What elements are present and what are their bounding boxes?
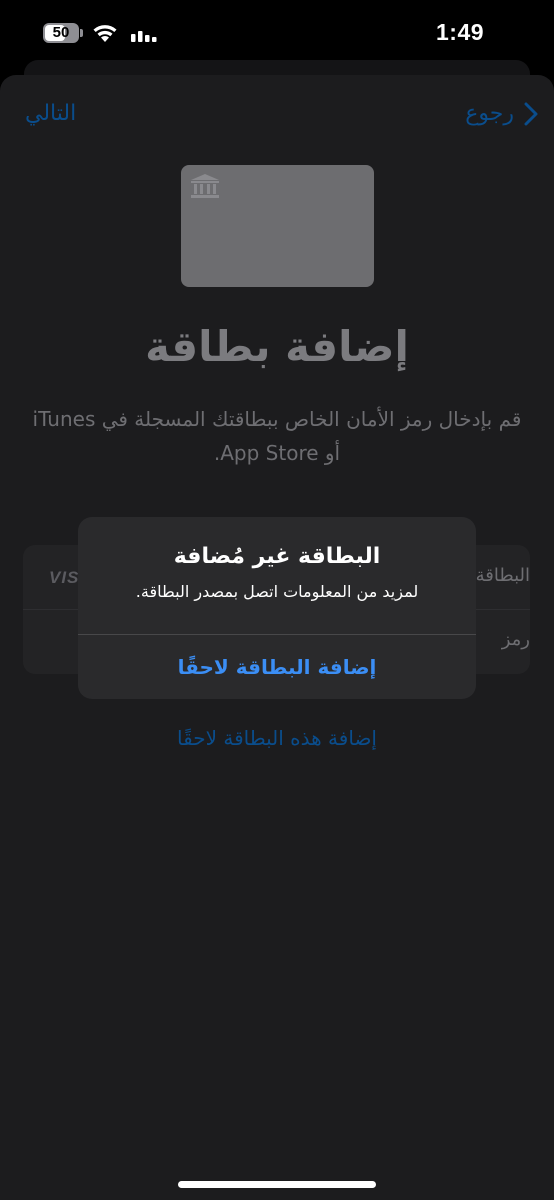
card-row-label: البطاقة — [475, 565, 530, 586]
card-not-added-alert: البطاقة غير مُضافة لمزيد من المعلومات ات… — [78, 517, 476, 699]
status-time: 1:49 — [436, 19, 485, 45]
alert-message: لمزيد من المعلومات اتصل بمصدر البطاقة. — [135, 582, 419, 601]
page-title: إضافة بطاقة — [145, 322, 409, 371]
add-card-later-link[interactable]: إضافة هذه البطاقة لاحقًا — [0, 726, 554, 750]
wifi-icon — [93, 25, 117, 42]
chevron-right-icon — [524, 102, 538, 125]
security-code-label: رمز — [501, 629, 530, 650]
cellular-signal-icon — [131, 31, 157, 42]
home-indicator[interactable] — [178, 1181, 376, 1188]
battery-icon: 50 — [43, 23, 83, 43]
battery-level: 50 — [52, 24, 70, 41]
next-button[interactable]: التالي — [25, 101, 76, 126]
card-placeholder-image — [181, 165, 374, 287]
back-label: رجوع — [465, 101, 514, 126]
status-bar: 50 1:49 — [0, 0, 554, 66]
alert-title: البطاقة غير مُضافة — [173, 544, 381, 569]
bank-icon — [191, 174, 219, 198]
page-description: قم بإدخال رمز الأمان الخاص ببطاقتك المسج… — [32, 407, 522, 465]
add-card-later-button[interactable]: إضافة البطاقة لاحقًا — [78, 635, 476, 699]
back-button[interactable]: رجوع — [465, 101, 538, 126]
